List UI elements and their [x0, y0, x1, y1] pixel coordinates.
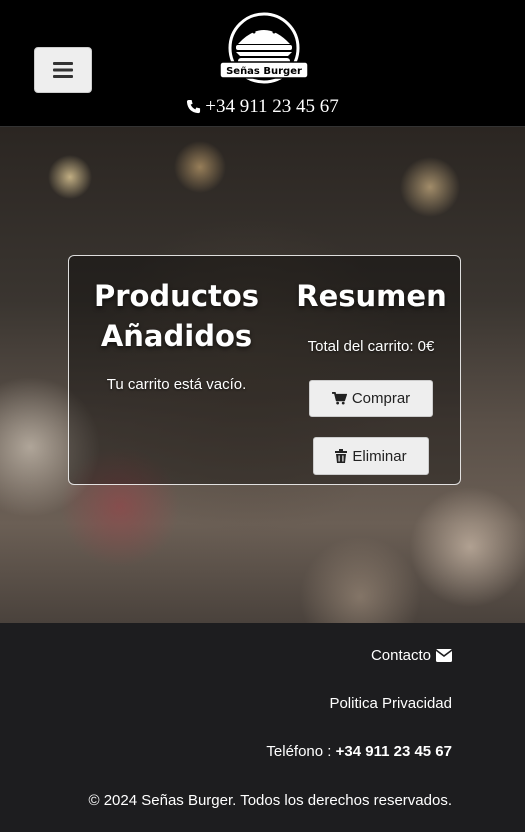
svg-text:Señas Burger: Señas Burger — [226, 66, 302, 77]
cart-total: Total del carrito: 0€ — [307, 338, 435, 355]
footer-phone-number: +34 911 23 45 67 — [335, 743, 452, 760]
footer-privacy-link[interactable]: Politica Privacidad — [329, 695, 452, 712]
site-footer: Contacto Politica Privacidad Teléfono : … — [0, 623, 525, 832]
footer-phone[interactable]: Teléfono : +34 911 23 45 67 — [266, 743, 452, 760]
page: Señas Burger +34 911 23 45 67 Productos … — [0, 0, 525, 832]
summary-title: Resumen — [296, 279, 447, 313]
header-phone-number: +34 911 23 45 67 — [205, 96, 339, 117]
delete-button[interactable]: Eliminar — [313, 437, 429, 475]
menu-toggle-button[interactable] — [34, 47, 92, 93]
buy-button-label: Comprar — [351, 390, 411, 407]
trash-icon — [335, 449, 348, 463]
footer-copyright: © 2024 Señas Burger. Todos los derechos … — [88, 792, 453, 809]
footer-contact-link[interactable]: Contacto — [370, 647, 453, 664]
cart-icon — [331, 392, 347, 405]
envelope-icon — [435, 649, 453, 662]
footer-contact-label: Contacto — [370, 647, 431, 664]
phone-icon — [187, 99, 201, 114]
cart-panel: Productos Añadidos Tu carrito está vacío… — [68, 255, 461, 485]
empty-cart-message: Tu carrito está vacío. — [106, 376, 247, 393]
site-header: Señas Burger +34 911 23 45 67 — [0, 0, 525, 127]
buy-button[interactable]: Comprar — [309, 380, 433, 417]
footer-phone-label: Teléfono : — [266, 743, 332, 760]
brand-logo[interactable]: Señas Burger — [216, 12, 312, 88]
hamburger-menu-icon — [53, 62, 73, 78]
delete-button-label: Eliminar — [352, 447, 407, 465]
products-title: Productos Añadidos — [93, 279, 260, 353]
header-phone[interactable]: +34 911 23 45 67 — [0, 96, 525, 118]
hero-section: Productos Añadidos Tu carrito está vacío… — [0, 127, 525, 623]
